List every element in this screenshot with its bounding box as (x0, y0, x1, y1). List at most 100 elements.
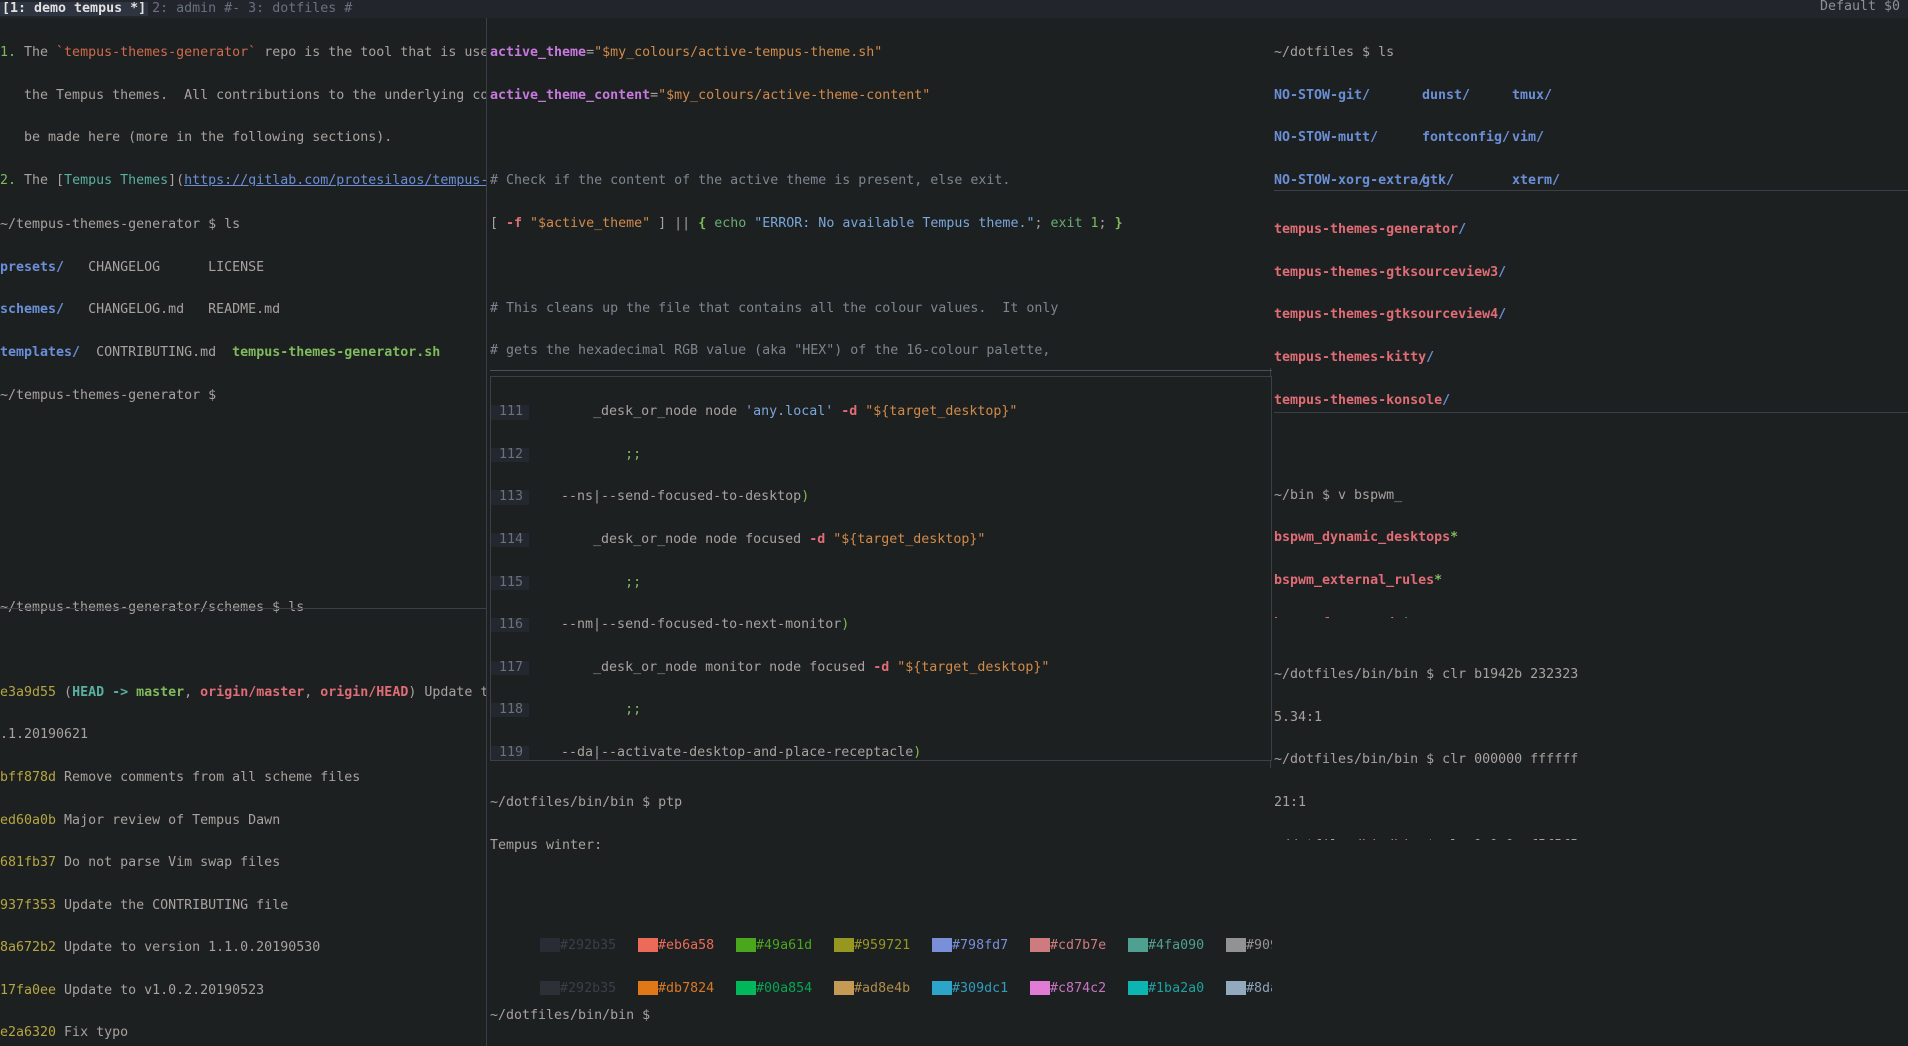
theme-dir: tempus-themes-kitty/ (1274, 350, 1435, 366)
pane-readme-vim[interactable]: 1. The `tempus-themes-generator` repo is… (0, 18, 486, 186)
readme-line: be made here (more in the following sect… (0, 130, 393, 146)
theme-dir: tempus-themes-generator/ (1274, 222, 1467, 238)
pane-bin-ls[interactable]: ~/bin $ v bspwm_ bspwm_dynamic_desktops*… (1274, 418, 1908, 618)
code-line-numbered: 117 _desk_or_node monitor node focused -… (491, 660, 1271, 675)
dotfiles-prompt: ~/dotfiles $ ls (1274, 45, 1395, 61)
code-line: active_theme_content="$my_colours/active… (490, 87, 931, 103)
git-log-entry: bff878d Remove comments from all scheme … (0, 770, 361, 786)
code-line-numbered: 115 ;; (491, 575, 1271, 590)
code-line: # gets the hexadecimal RGB value (aka "H… (490, 343, 1051, 359)
shell-prompt-line: ~/tempus-themes-generator $ (0, 387, 217, 403)
palette-row-1: #292b35 #eb6a58 #49a61d #959721 #798fd7 #cd7b… (490, 924, 1272, 953)
tmux-window-1[interactable]: [1: demo tempus *] (0, 1, 149, 17)
pane-git-log[interactable]: e3a9d55 (HEAD -> master, origin/master, … (0, 615, 486, 1046)
colour-swatch (834, 938, 855, 953)
git-log-entry: ed60a0b Major review of Tempus Dawn (0, 812, 281, 828)
tmux-window-2[interactable]: 2: admin #- (148, 1, 244, 16)
colour-hex: #db7824 (658, 980, 715, 996)
colour-hex: #49a61d (756, 938, 813, 954)
colour-hex: #00a854 (756, 980, 813, 996)
git-log-entry: 17fa0ee Update to v1.0.2.20190523 (0, 982, 265, 998)
colour-hex: #292b35 (560, 980, 617, 996)
colour-swatch (638, 980, 659, 995)
colour-swatch (1226, 938, 1247, 953)
colour-swatch (540, 980, 561, 995)
ls-row: schemes/ CHANGELOG.md README.md (0, 302, 281, 318)
clr-cmd: ~/dotfiles/bin/bin $ clr b1942b 232323 (1274, 667, 1579, 683)
colour-swatch (736, 938, 757, 953)
colour-hex: #eb6a58 (658, 938, 715, 954)
readme-line: 1. The `tempus-themes-generator` repo is… (0, 45, 486, 61)
git-log-entry: e3a9d55 (HEAD -> master, origin/master, … (0, 684, 486, 700)
code-line: # This cleans up the file that contains … (490, 300, 1059, 316)
readme-line: the Tempus themes. All contributions to … (24, 87, 486, 103)
colour-swatch (736, 980, 757, 995)
bin-prompt: ~/bin $ v bspwm_ (1274, 487, 1403, 503)
bin-file: bspwm_dynamic_desktops* (1274, 530, 1459, 546)
ls-row: templates/ CONTRIBUTING.md tempus-themes… (0, 345, 441, 361)
pane-separator-mid-horizontal[interactable] (490, 370, 1272, 371)
code-line: # Check if the content of the active the… (490, 173, 1011, 189)
theme-dir: tempus-themes-konsole/ (1274, 392, 1451, 408)
colour-hex: #959721 (854, 938, 911, 954)
pane-contrast-ratio[interactable]: ~/dotfiles/bin/bin $ clr b1942b 232323 5… (1274, 640, 1908, 840)
clr-cmd: ~/dotfiles/bin/bin $ clr 000000 ffffff (1274, 752, 1579, 768)
tmux-session-label: Default $0 (1819, 0, 1900, 14)
tmux-status-bar: [1: demo tempus *] 2: admin #- 3: dotfil… (0, 0, 1908, 18)
ls-row: presets/ CHANGELOG LICENSE (0, 259, 265, 275)
clr-result: 5.34:1 (1274, 709, 1323, 725)
pane-separator-right-horizontal-2[interactable] (1274, 412, 1908, 413)
colour-swatch (540, 938, 561, 953)
pane-colour-palette[interactable]: ~/dotfiles/bin/bin $ ptp Tempus winter: … (490, 768, 1272, 1046)
theme-dir: tempus-themes-gtksourceview3/ (1274, 264, 1507, 280)
git-log-entry: 937f353 Update the CONTRIBUTING file (0, 897, 289, 913)
clr-cmd: ~/dotfiles/bin/bin $ clr 1a1a1a f5f5f5 (1274, 838, 1908, 840)
ls-row: NO-STOW-xorg-extra/gtk/xterm/ (1274, 173, 1561, 189)
colour-swatch (1128, 938, 1149, 953)
code-line-numbered: 119 --da|--activate-desktop-and-place-re… (491, 745, 1271, 760)
shell-prompt-line: ~/tempus-themes-generator $ ls (0, 218, 486, 232)
colour-hex: #cd7b7e (1050, 938, 1107, 954)
colour-hex: #4fa090 (1148, 938, 1205, 954)
code-line-numbered: 116 --nm|--send-focused-to-next-monitor) (491, 617, 1271, 633)
colour-swatch (932, 980, 953, 995)
code-line-numbered: 113 --ns|--send-focused-to-desktop) (491, 490, 1271, 505)
ptp-title: Tempus winter: (490, 837, 603, 853)
colour-hex: #8da3b8 (1246, 980, 1272, 996)
bin-file: bspwm_external_rules* (1274, 573, 1443, 589)
colour-swatch (1226, 980, 1247, 995)
pane-bspwm-script-vim[interactable]: 111 _desk_or_node node 'any.local' -d "$… (490, 376, 1272, 761)
clr-result: 21:1 (1274, 795, 1307, 811)
bin-file: bspwm_focus_mode* (1274, 616, 1908, 618)
theme-dir: tempus-themes-gtksourceview4/ (1274, 307, 1507, 323)
colour-hex: #798fd7 (952, 938, 1009, 954)
pane-theme-script-vim[interactable]: active_theme="$my_colours/active-tempus-… (490, 18, 1272, 368)
ptp-prompt-end: ~/dotfiles/bin/bin $ (490, 1008, 651, 1024)
ls-row: NO-STOW-mutt/fontconfig/vim/ (1274, 130, 1545, 146)
code-line-numbered: 112 ;; (491, 447, 1271, 463)
colour-hex: #1ba2a0 (1148, 980, 1205, 996)
pane-generator-shell[interactable]: ~/tempus-themes-generator $ ls presets/ … (0, 190, 486, 620)
ptp-prompt: ~/dotfiles/bin/bin $ ptp (490, 795, 683, 811)
colour-hex: #c874c2 (1050, 980, 1107, 996)
colour-hex: #292b35 (560, 938, 617, 954)
code-line-numbered: 111 _desk_or_node node 'any.local' -d "$… (491, 405, 1271, 420)
pane-dotfiles-ls[interactable]: ~/dotfiles $ ls NO-STOW-git/dunst/tmux/ … (1274, 18, 1908, 190)
code-line: active_theme="$my_colours/active-tempus-… (490, 45, 883, 61)
tmux-window-3[interactable]: 3: dotfiles # (244, 1, 356, 16)
git-log-entry: 681fb37 Do not parse Vim swap files (0, 855, 281, 871)
colour-swatch (834, 980, 855, 995)
code-line: [ -f "$active_theme" ] || { echo "ERROR:… (490, 215, 1123, 231)
pane-separator-left-horizontal[interactable] (0, 608, 486, 609)
git-log-entry: e2a6320 Fix typo (0, 1025, 129, 1041)
pane-separator-right-horizontal-1[interactable] (1274, 190, 1908, 191)
colour-swatch (1030, 938, 1051, 953)
shell-prompt: ~/tempus-themes-generator $ ls (0, 217, 241, 233)
pane-tempus-themes-ls[interactable]: tempus-themes-generator/ tempus-themes-g… (1274, 195, 1908, 410)
pane-separator-left[interactable] (486, 18, 487, 1046)
tmux-screen: [1: demo tempus *] 2: admin #- 3: dotfil… (0, 0, 1908, 1046)
colour-hex: #309dc1 (952, 980, 1009, 996)
colour-swatch (1030, 980, 1051, 995)
colour-swatch (1128, 980, 1149, 995)
colour-hex: #909294 (1246, 938, 1272, 954)
